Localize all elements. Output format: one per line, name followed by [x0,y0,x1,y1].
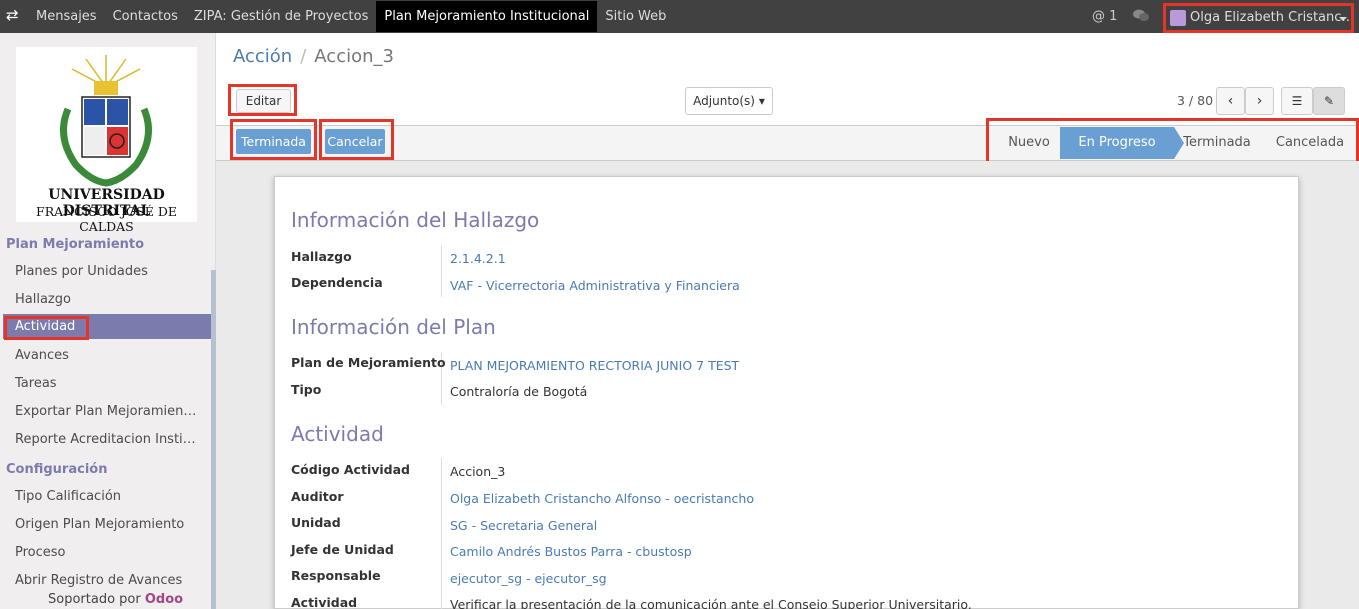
label-actividad: Actividad [291,595,358,609]
value-tipo: Contraloría de Bogotá [450,384,588,399]
sidebar-item-hallazgo[interactable]: Hallazgo [15,292,71,307]
mentions-counter[interactable]: @ 1 [1092,0,1117,33]
value-codigo: Accion_3 [450,464,506,479]
pager-value: 3 / 80 [1177,93,1214,108]
value-hallazgo[interactable]: 2.1.4.2.1 [450,251,506,266]
powered-by: Soportado por Odoo [48,592,183,607]
menu-contactos[interactable]: Contactos [105,0,186,33]
university-seal-icon [60,55,152,187]
value-unidad[interactable]: SG - Secretaria General [450,518,597,533]
top-bar: ⇄ Mensajes Contactos ZIPA: Gestión de Pr… [0,0,1359,33]
list-icon: ☰ [1291,94,1303,108]
label-dependencia: Dependencia [291,275,383,290]
chevron-down-icon [1339,17,1347,21]
sidebar-item-abrir-registro[interactable]: Abrir Registro de Avances [15,573,182,588]
avatar [1170,10,1186,26]
prev-record-button[interactable]: ‹ [1216,87,1245,115]
user-menu[interactable]: Olga Elizabeth Cristanc… [1163,3,1354,33]
sidebar-item-tareas[interactable]: Tareas [15,376,57,391]
sidebar-item-exportar-plan[interactable]: Exportar Plan Mejoramien… [15,404,196,419]
divider [441,458,442,609]
menu-mensajes[interactable]: Mensajes [28,0,105,33]
menu-sitio-web[interactable]: Sitio Web [597,0,674,33]
label-responsable: Responsable [291,568,381,583]
label-plan: Plan de Mejoramiento [291,355,446,370]
list-view-button[interactable]: ☰ [1281,87,1313,115]
chevron-right-icon: › [1256,93,1263,109]
sidebar-item-origen-plan[interactable]: Origen Plan Mejoramiento [15,517,184,532]
highlight-terminada [230,119,317,160]
section-configuracion: Configuración [6,462,108,477]
value-actividad: Verificar la presentación de la comunica… [450,597,972,609]
form-sheet [274,176,1299,609]
value-dependencia[interactable]: VAF - Vicerrectoria Administrativa y Fin… [450,278,740,293]
breadcrumb-separator: / [300,46,307,67]
chat-icon[interactable] [1133,9,1149,23]
sidebar-item-planes-por-unidades[interactable]: Planes por Unidades [15,264,148,279]
chevron-down-icon: ▾ [758,94,765,108]
label-hallazgo: Hallazgo [291,249,352,264]
highlight-actividad [4,316,89,340]
app-switcher-icon[interactable]: ⇄ [6,7,22,23]
powered-by-label: Soportado por [48,592,141,607]
highlight-edit [228,84,297,116]
section-title-hallazgo: Información del Hallazgo [291,208,540,232]
divider [441,245,442,297]
university-logo: UNIVERSIDAD DISTRITAL FRANCISCO JOSÉ DE … [16,47,197,234]
menu-plan-mejoramiento[interactable]: Plan Mejoramiento Institucional [376,1,598,32]
breadcrumb: Acción / Accion_3 [233,46,394,67]
section-plan-mejoramiento: Plan Mejoramiento [6,237,145,252]
value-auditor[interactable]: Olga Elizabeth Cristancho Alfonso - oecr… [450,491,754,506]
chevron-left-icon: ‹ [1227,93,1234,109]
sidebar-item-tipo-calificacion[interactable]: Tipo Calificación [15,489,121,504]
edit-icon: ✎ [1323,94,1335,108]
value-jefe[interactable]: Camilo Andrés Bustos Parra - cbustosp [450,544,692,559]
odoo-link[interactable]: Odoo [145,592,183,607]
user-name: Olga Elizabeth Cristanc… [1190,10,1354,25]
next-record-button[interactable]: › [1245,87,1274,115]
label-tipo: Tipo [291,382,322,397]
label-jefe: Jefe de Unidad [291,542,394,557]
value-plan[interactable]: PLAN MEJORAMIENTO RECTORIA JUNIO 7 TEST [450,358,739,373]
label-codigo: Código Actividad [291,462,410,477]
breadcrumb-current: Accion_3 [314,46,394,67]
attachments-dropdown[interactable]: Adjunto(s) ▾ [685,87,773,115]
section-title-actividad: Actividad [291,422,384,446]
breadcrumb-parent[interactable]: Acción [233,46,292,67]
sidebar-item-avances[interactable]: Avances [15,348,69,363]
app-menu: Mensajes Contactos ZIPA: Gestión de Proy… [28,0,674,33]
logo-line-2: FRANCISCO JOSÉ DE CALDAS [36,204,177,234]
value-responsable[interactable]: ejecutor_sg - ejecutor_sg [450,571,607,586]
section-title-plan: Información del Plan [291,315,496,339]
label-auditor: Auditor [291,489,344,504]
attachments-label: Adjunto(s) [693,94,755,108]
label-unidad: Unidad [291,515,341,530]
highlight-cancelar [319,119,394,160]
menu-zipa[interactable]: ZIPA: Gestión de Proyectos [186,0,376,33]
sidebar-item-reporte-acreditacion[interactable]: Reporte Acreditacion Insti… [15,432,196,447]
form-view-button[interactable]: ✎ [1313,87,1345,115]
sidebar-item-proceso[interactable]: Proceso [15,545,66,560]
